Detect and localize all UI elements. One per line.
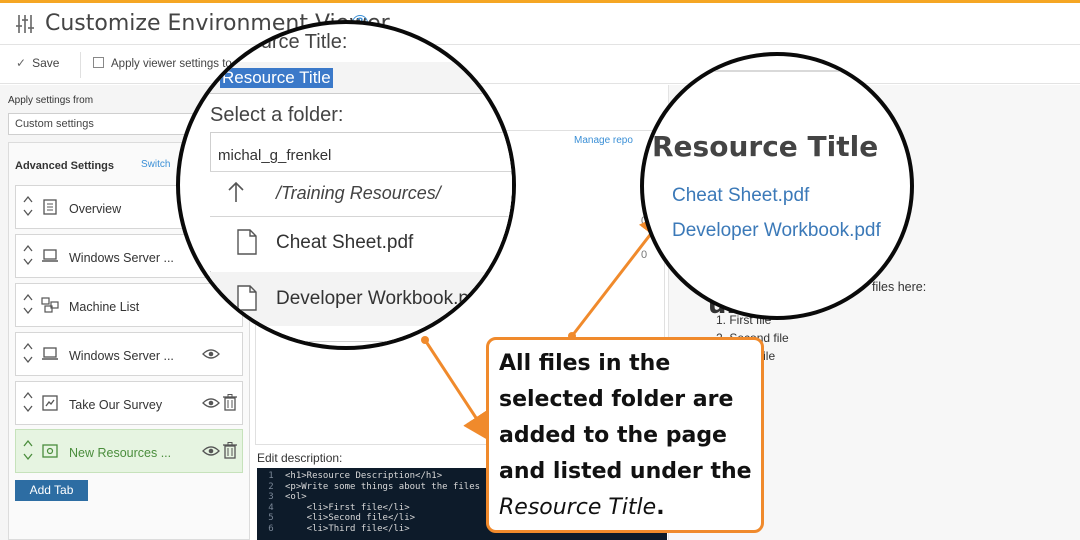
toolbar: ✓ Save Apply viewer settings to [0, 46, 1080, 84]
eye-icon[interactable] [202, 397, 220, 409]
code-text: <li>Second file</li> [285, 513, 416, 523]
code-line: 1 <h1>Resource Description</h1> [257, 471, 442, 482]
file-link[interactable]: Developer Workbook.pdf [672, 220, 881, 242]
code-text: <p>Write some things about the files [285, 481, 481, 492]
explanation-callout: All files in the selected folder are add… [486, 337, 764, 533]
toolbar-divider [80, 52, 81, 78]
folder-path: /Training Resources/ [276, 183, 441, 203]
code-line: 5 <li>Second file</li> [257, 513, 415, 524]
edit-description-label: Edit description: [257, 451, 343, 465]
file-name: Developer Workbook.pdf [276, 288, 485, 309]
callout-emphasis: Resource Title [499, 495, 657, 520]
tune-icon [16, 15, 34, 33]
advanced-settings-title: Advanced Settings [15, 160, 115, 172]
tab-item[interactable]: Take Our Survey [15, 381, 243, 425]
tab-item[interactable]: New Resources ... [15, 429, 243, 473]
code-text: <ol> [285, 492, 307, 502]
add-tab-button[interactable]: Add Tab [15, 480, 88, 501]
file-icon [237, 285, 257, 311]
tab-label: Machine List [69, 300, 140, 314]
file-icon [237, 229, 257, 255]
callout-end: . [656, 495, 665, 520]
laptop-icon [42, 347, 58, 360]
resources-icon [42, 444, 58, 458]
survey-icon [42, 395, 58, 411]
resource-title-label: Resource Title: [214, 31, 348, 53]
tab-label: New Resources ... [69, 446, 172, 460]
trash-icon[interactable] [223, 394, 237, 411]
reorder-icon[interactable] [22, 390, 34, 414]
callout-main-text: All files in the selected folder are add… [499, 351, 752, 484]
reorder-icon[interactable] [22, 243, 34, 267]
line-number: 3 [268, 492, 274, 502]
line-number: 4 [268, 502, 274, 513]
save-label: Save [32, 56, 60, 70]
resource-title-heading: Resource Title [652, 130, 879, 163]
tab-label: Take Our Survey [69, 398, 163, 412]
line-number: 5 [268, 513, 274, 523]
code-line: 2 <p>Write some things about the files [257, 482, 480, 493]
code-text: <li>Third file</li> [285, 523, 410, 534]
apply-settings-from-label: Apply settings from [8, 95, 94, 106]
code-line: 4 <li>First file</li> [257, 502, 410, 514]
line-number: 6 [268, 523, 274, 534]
eye-icon[interactable] [202, 348, 220, 360]
reorder-icon[interactable] [22, 341, 34, 365]
reorder-icon[interactable] [22, 194, 34, 218]
select-folder-label: Select a folder: [210, 104, 344, 126]
resource-title-input[interactable]: Resource Title [210, 62, 512, 94]
document-icon [43, 199, 57, 215]
arrow-up-icon[interactable] [226, 180, 246, 204]
checkbox-box[interactable] [93, 57, 104, 68]
code-line: 3 <ol> [257, 492, 307, 503]
tab-label: Windows Server ... [69, 251, 174, 265]
file-name: Cheat Sheet.pdf [276, 232, 414, 253]
check-icon: ✓ [16, 56, 27, 70]
line-number: 1 [268, 471, 274, 481]
folder-magnifier: Resource Title: Resource Title Select a … [176, 20, 516, 350]
file-link[interactable]: Cheat Sheet.pdf [672, 185, 809, 207]
manage-repo-link[interactable]: Manage repo [574, 135, 633, 146]
laptop-icon [42, 249, 58, 262]
code-line: 6 <li>Third file</li> [257, 523, 410, 535]
eye-icon[interactable] [202, 445, 220, 457]
tab-label: Windows Server ... [69, 349, 174, 363]
preview-magnifier: View: Resource Title Cheat Sheet.pdf Dev… [640, 52, 914, 320]
resource-title-value: Resource Title [220, 68, 333, 88]
folder-owner: michal_g_frenkel [218, 147, 332, 164]
switch-link[interactable]: Switch [141, 159, 170, 170]
view-underline [694, 70, 910, 72]
network-icon [41, 297, 59, 313]
code-text: <h1>Resource Description</h1> [285, 471, 443, 481]
page-header: Customize Environment Viewer ? [0, 3, 1080, 45]
reorder-icon[interactable] [22, 438, 34, 462]
trash-icon[interactable] [223, 442, 237, 459]
line-number: 2 [268, 481, 274, 492]
save-button[interactable]: ✓ Save [16, 56, 59, 70]
reorder-icon[interactable] [22, 292, 34, 316]
callout-text: All files in the selected folder are add… [499, 346, 759, 526]
code-text: <li>First file</li> [285, 502, 410, 513]
tab-label: Overview [69, 202, 122, 216]
